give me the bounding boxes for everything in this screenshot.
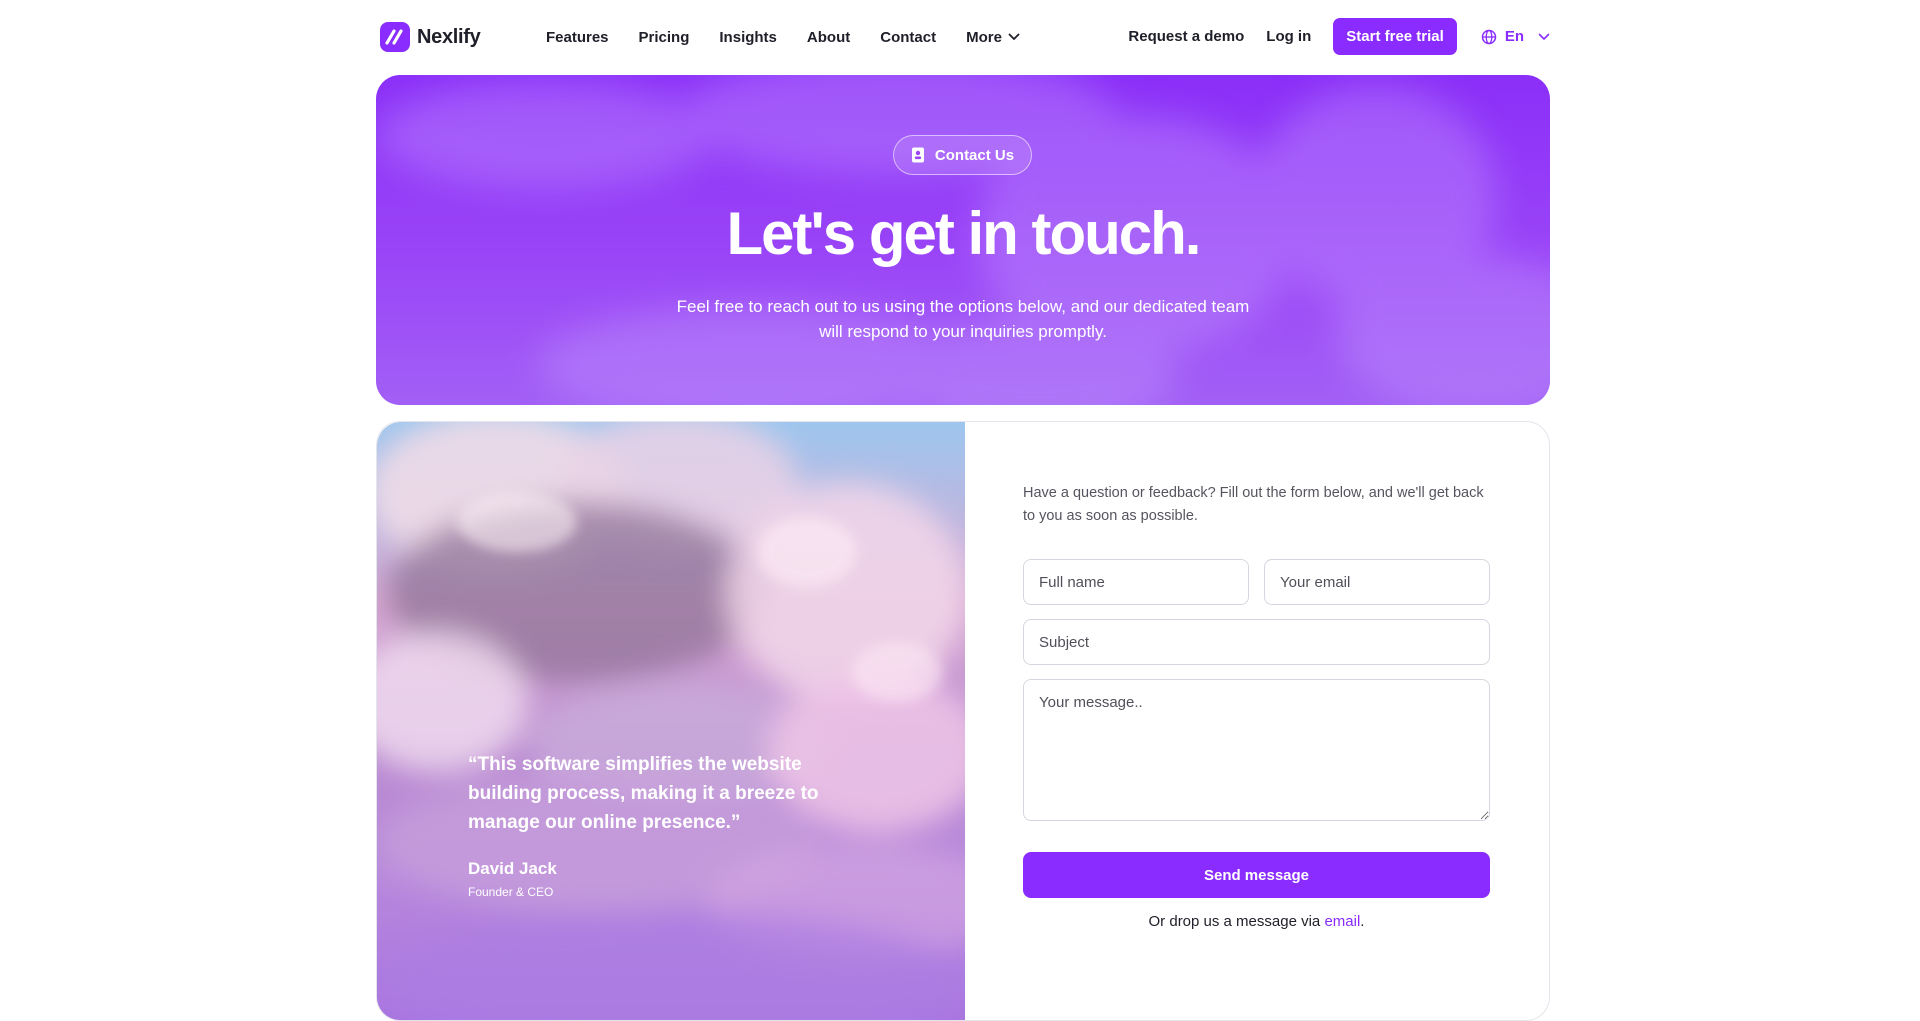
testimonial-author: David Jack: [468, 859, 557, 878]
drop-prefix-text: Or drop us a message via: [1148, 913, 1325, 930]
language-selector[interactable]: En: [1481, 28, 1550, 45]
contact-us-pill: Contact Us: [893, 135, 1032, 175]
nav-more-dropdown[interactable]: More: [966, 26, 1020, 48]
pill-label: Contact Us: [934, 146, 1015, 164]
language-label: En: [1504, 28, 1524, 45]
contact-form-panel: Have a question or feedback? Fill out th…: [965, 422, 1549, 1020]
start-trial-button[interactable]: Start free trial: [1333, 18, 1457, 55]
globe-icon: [1481, 29, 1497, 44]
chevron-down-icon: [1008, 33, 1020, 41]
brand-name: Nexlify: [417, 25, 481, 48]
hero-content: Contact Us Let's get in touch. Feel free…: [376, 75, 1550, 405]
email-input[interactable]: [1264, 559, 1490, 605]
nav-actions: Request a demo Log in Start free trial E…: [1128, 18, 1550, 55]
logo-mark-icon: [380, 22, 410, 52]
contact-card: “This software simplifies the website bu…: [376, 421, 1550, 1021]
nav-link-about[interactable]: About: [807, 26, 850, 48]
form-intro-text: Have a question or feedback? Fill out th…: [1023, 485, 1484, 524]
message-textarea[interactable]: [1023, 679, 1490, 821]
hero-banner: Contact Us Let's get in touch. Feel free…: [376, 75, 1550, 405]
testimonial-photo-panel: “This software simplifies the website bu…: [377, 422, 965, 1020]
contact-card-icon: [911, 147, 924, 163]
hero-subtitle: Feel free to reach out to us using the o…: [676, 297, 1250, 341]
login-link[interactable]: Log in: [1266, 28, 1311, 45]
full-name-input[interactable]: [1023, 559, 1249, 605]
subject-input[interactable]: [1023, 619, 1490, 665]
nav-link-pricing[interactable]: Pricing: [639, 26, 690, 48]
nav-link-contact[interactable]: Contact: [880, 26, 936, 48]
testimonial-author-role: Founder & CEO: [468, 885, 554, 899]
nav-link-features[interactable]: Features: [546, 26, 609, 48]
nav-more-label: More: [966, 28, 1002, 46]
drop-suffix-text: .: [1360, 913, 1365, 930]
email-link[interactable]: email: [1324, 913, 1360, 930]
chevron-down-icon: [1538, 33, 1550, 40]
brand-logo-link[interactable]: Nexlify: [380, 22, 481, 52]
nav-link-insights[interactable]: Insights: [719, 26, 777, 48]
page-title: Let's get in touch.: [726, 200, 1202, 267]
request-demo-link[interactable]: Request a demo: [1128, 28, 1244, 45]
top-navbar: Nexlify Features Pricing Insights About …: [0, 0, 1920, 74]
main-nav: Features Pricing Insights About Contact …: [546, 26, 1020, 48]
send-message-button[interactable]: Send message: [1023, 852, 1490, 898]
testimonial-quote: “This software simplifies the website bu…: [468, 754, 819, 833]
email-alternative-line: Or drop us a message via email.: [1023, 913, 1490, 930]
cloud-photo-image: [377, 422, 965, 1020]
